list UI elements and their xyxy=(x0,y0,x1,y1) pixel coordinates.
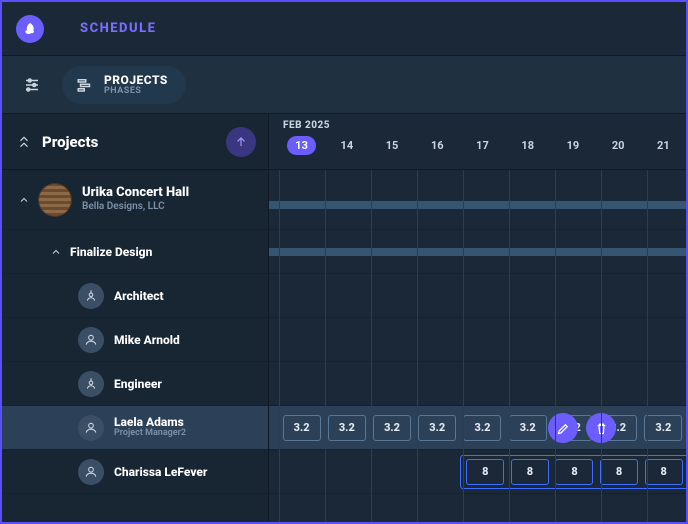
day-column[interactable]: 17 xyxy=(460,135,505,156)
day-column[interactable]: 19 xyxy=(550,135,595,156)
person-icon xyxy=(78,459,104,485)
day-column[interactable]: 16 xyxy=(415,135,460,156)
person-row-mike[interactable]: Mike Arnold xyxy=(2,318,268,362)
filter-button[interactable] xyxy=(16,69,48,101)
sidebar: Projects Urika Concert Hall Bella Design… xyxy=(2,114,269,522)
day-column[interactable]: 18 xyxy=(505,135,550,156)
day-column[interactable]: 20 xyxy=(596,135,641,156)
role-label: Engineer xyxy=(114,377,162,391)
project-name: Urika Concert Hall xyxy=(82,186,189,201)
allocation-cell[interactable]: 3.2 xyxy=(283,415,321,441)
title-bar: SCHEDULE xyxy=(2,2,686,56)
person-row-charissa[interactable]: Charissa LeFever xyxy=(2,450,268,494)
person-row-laela[interactable]: Laela Adams Project Manager2 xyxy=(2,406,268,450)
chevron-up-icon[interactable] xyxy=(46,246,66,258)
chevron-up-icon[interactable] xyxy=(14,194,34,206)
timeline-days: 131415161718192021 xyxy=(279,135,686,156)
timeline-row-laela: 3.23.23.23.23.23.23.23.23.2 xyxy=(269,406,686,450)
page-title: SCHEDULE xyxy=(80,21,156,36)
person-role: Project Manager2 xyxy=(114,429,186,439)
day-column[interactable]: 14 xyxy=(324,135,369,156)
timeline-header: FEB 2025 131415161718192021 xyxy=(269,114,686,170)
sidebar-heading: Projects xyxy=(42,133,98,151)
timeline-rows: 3.23.23.23.23.23.23.23.23.2 88888 xyxy=(269,170,686,522)
grid-line xyxy=(509,170,510,522)
person-label: Charissa LeFever xyxy=(114,465,207,479)
grid-line xyxy=(371,170,372,522)
timeline-row-mike xyxy=(269,318,686,362)
allocation-cell[interactable]: 8 xyxy=(555,459,593,485)
grid-line xyxy=(601,170,602,522)
allocation-cell[interactable]: 3.2 xyxy=(463,415,501,441)
timeline-row-architect xyxy=(269,274,686,318)
allocation-cell[interactable]: 8 xyxy=(511,459,549,485)
toolbar: PROJECTS PHASES xyxy=(2,56,686,114)
role-icon xyxy=(78,371,104,397)
timeline-month: FEB 2025 xyxy=(283,120,686,131)
app-frame: { "header": { "title": "SCHEDULE" }, "vi… xyxy=(0,0,688,524)
view-toggle-projects[interactable]: PROJECTS PHASES xyxy=(62,66,186,104)
allocation-cell[interactable]: 8 xyxy=(466,459,504,485)
timeline-row-charissa: 88888 xyxy=(269,450,686,494)
day-column[interactable]: 13 xyxy=(279,135,324,156)
person-label: Mike Arnold xyxy=(114,333,180,347)
role-row-architect[interactable]: Architect xyxy=(2,274,268,318)
allocation-cell[interactable]: 3.2 xyxy=(644,415,682,441)
day-column[interactable]: 15 xyxy=(369,135,414,156)
role-label: Architect xyxy=(114,289,164,303)
role-row-engineer[interactable]: Engineer xyxy=(2,362,268,406)
view-toggle-primary: PROJECTS xyxy=(104,74,168,86)
day-column[interactable]: 21 xyxy=(641,135,686,156)
allocation-cell[interactable]: 8 xyxy=(600,459,638,485)
allocation-cell[interactable]: 8 xyxy=(645,459,683,485)
sidebar-header: Projects xyxy=(2,114,268,170)
phase-name: Finalize Design xyxy=(70,245,152,259)
role-icon xyxy=(78,283,104,309)
sidebar-rows: Urika Concert Hall Bella Designs, LLC Fi… xyxy=(2,170,268,522)
timeline-panel: FEB 2025 131415161718192021 3.2 3.2 3.2 3.2… xyxy=(269,114,686,522)
person-icon xyxy=(78,327,104,353)
view-toggle-secondary: PHASES xyxy=(104,87,168,96)
allocation-actions xyxy=(548,413,616,443)
project-bar[interactable] xyxy=(269,201,686,209)
phase-row[interactable]: Finalize Design xyxy=(2,230,268,274)
edit-button[interactable] xyxy=(548,413,578,443)
grid-line xyxy=(325,170,326,522)
person-icon xyxy=(78,415,104,441)
allocation-cell[interactable]: 3.2 xyxy=(373,415,411,441)
grid-line xyxy=(647,170,648,522)
grid-line xyxy=(279,170,280,522)
scroll-top-button[interactable] xyxy=(226,127,256,157)
app-logo[interactable] xyxy=(16,15,44,43)
phase-bar[interactable] xyxy=(269,248,686,256)
grid-line xyxy=(417,170,418,522)
timeline-row-project xyxy=(269,170,686,230)
allocation-cell[interactable]: 3.2 xyxy=(418,415,456,441)
grid-line xyxy=(555,170,556,522)
grid-line xyxy=(463,170,464,522)
allocation-cell[interactable]: 3.2 xyxy=(509,415,547,441)
project-client: Bella Designs, LLC xyxy=(82,201,189,213)
allocation-cell[interactable]: 3.2 xyxy=(328,415,366,441)
project-row[interactable]: Urika Concert Hall Bella Designs, LLC xyxy=(2,170,268,230)
timeline-row-engineer xyxy=(269,362,686,406)
gantt-icon xyxy=(76,76,94,94)
timeline-row-phase xyxy=(269,230,686,274)
project-avatar xyxy=(38,183,72,217)
collapse-all-button[interactable] xyxy=(14,132,34,152)
